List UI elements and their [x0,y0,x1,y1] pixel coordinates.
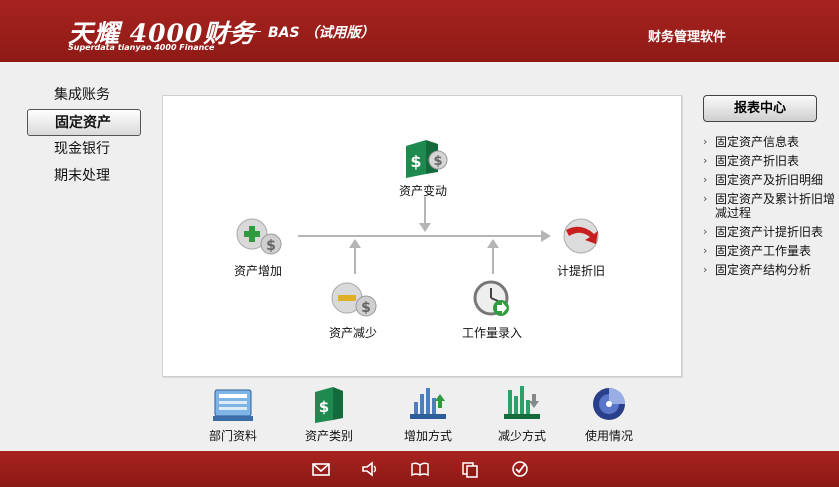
nav-item-fixed-assets[interactable]: 固定资产 [27,109,141,136]
depreciation-label: 计提折旧 [556,264,605,278]
department-info-button[interactable]: 部门资料 [193,384,273,444]
depreciation-arrow-icon [563,218,599,254]
header-product-title: 财务管理软件 [648,30,727,45]
left-nav: 集成账务 固定资产 现金银行 期末处理 [27,82,141,190]
chevron-right-icon: › [703,192,708,205]
increase-method-label: 增加方式 [403,429,452,443]
asset-category-button[interactable]: $ 资产类别 [289,384,369,444]
svg-text:$: $ [361,300,371,316]
report-center: 报表中心 › 固定资产信息表 › 固定资产折旧表 › 固定资产及折旧明细 › 固定资产及… [703,95,835,282]
report-center-button[interactable]: 报表中心 [703,95,817,122]
report-list: › 固定资产信息表 › 固定资产折旧表 › 固定资产及折旧明细 › 固定资产及累计折旧增… [703,135,835,277]
copy-icon[interactable] [460,460,480,478]
report-item[interactable]: › 固定资产及累计折旧增减过程 [703,192,835,220]
app-header: 天耀 4000财务 Superdata tianyao 4000 Finance… [0,0,839,62]
nav-item-cash-bank[interactable]: 现金银行 [27,136,141,163]
chevron-right-icon: › [703,244,708,257]
svg-text:$: $ [433,154,442,169]
nav-item-period-end[interactable]: 期末处理 [27,163,141,190]
add-money-icon: $ [236,218,282,255]
department-icon [213,389,253,421]
chevron-right-icon: › [703,135,708,148]
bottom-toolbar: 部门资料 $ 资产类别 增加方式 减少方式 使用情况 [162,384,680,444]
usage-status-label: 使用情况 [584,429,633,443]
depreciation-button[interactable]: 计提折旧 [531,214,631,279]
svg-text:$: $ [266,238,276,254]
workload-entry-button[interactable]: 工作量录入 [442,276,542,341]
flow-down-arrow [419,223,431,232]
decrease-method-label: 减少方式 [497,429,546,443]
edition-label: BAS （试用版） [268,25,375,41]
speaker-icon[interactable] [360,460,380,478]
header-dash [225,31,261,32]
fixed-asset-flow-panel: $ $ 资产变动 $ 资产增加 $ 资产减少 工作量录入 计提折旧 [162,95,682,377]
asset-category-label: 资产类别 [304,429,353,443]
bar-chart-up-icon [410,388,446,419]
chevron-right-icon: › [703,173,708,186]
mail-icon[interactable] [311,460,331,478]
department-info-label: 部门资料 [208,429,257,443]
check-icon[interactable] [510,460,530,478]
book-icon[interactable] [410,460,430,478]
asset-change-label: 资产变动 [398,184,447,198]
flow-up-line-workload [492,246,494,274]
chevron-right-icon: › [703,154,708,167]
decrease-method-button[interactable]: 减少方式 [482,384,562,444]
report-item[interactable]: › 固定资产工作量表 [703,244,835,258]
asset-add-button[interactable]: $ 资产增加 [208,214,308,279]
flow-up-arrow-reduce [349,239,361,248]
report-item[interactable]: › 固定资产及折旧明细 [703,173,835,187]
money-box-icon: $ [315,387,343,423]
app-logo-subtitle: Superdata tianyao 4000 Finance [68,43,215,52]
report-item[interactable]: › 固定资产结构分析 [703,263,835,277]
svg-text:$: $ [410,152,421,171]
asset-add-label: 资产增加 [233,264,282,278]
report-item[interactable]: › 固定资产信息表 [703,135,835,149]
chevron-right-icon: › [703,225,708,238]
flow-up-line-reduce [354,246,356,274]
asset-reduce-button[interactable]: $ 资产减少 [303,276,403,341]
money-box-icon: $ $ [406,140,448,178]
increase-method-button[interactable]: 增加方式 [388,384,468,444]
report-item[interactable]: › 固定资产计提折旧表 [703,225,835,239]
usage-disc-icon [593,388,625,420]
bar-chart-down-icon [504,386,540,419]
flow-up-arrow-workload [487,239,499,248]
asset-change-button[interactable]: $ $ 资产变动 [373,134,473,199]
reduce-money-icon: $ [331,282,377,317]
asset-reduce-label: 资产减少 [328,326,377,340]
clock-arrow-icon [473,280,509,316]
report-item[interactable]: › 固定资产折旧表 [703,154,835,168]
chevron-right-icon: › [703,263,708,276]
nav-item-integrated-accounts[interactable]: 集成账务 [27,82,141,109]
flow-main-line [298,235,543,237]
svg-text:$: $ [319,398,329,416]
usage-status-button[interactable]: 使用情况 [569,384,649,444]
app-footer [0,451,839,487]
workload-entry-label: 工作量录入 [461,326,522,340]
